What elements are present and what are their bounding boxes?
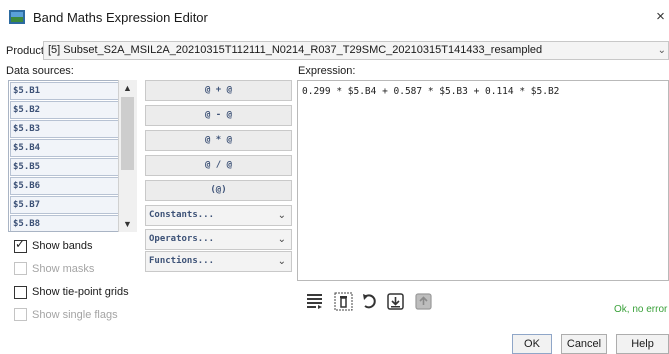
undo-icon[interactable]	[360, 292, 379, 311]
chevron-down-icon: ⌄	[277, 210, 286, 221]
export-expression-icon[interactable]	[414, 292, 433, 311]
scrollbar-thumb[interactable]	[121, 97, 134, 170]
check-icon: ✓	[15, 237, 26, 251]
product-label: Product:	[6, 45, 47, 57]
expression-label: Expression:	[298, 65, 356, 77]
subtract-operator-button[interactable]: @ - @	[145, 105, 292, 126]
operators-label: Operators...	[149, 234, 215, 244]
multiply-operator-button[interactable]: @ * @	[145, 130, 292, 151]
show-single-flags-checkbox[interactable]	[14, 308, 27, 321]
band-item[interactable]: $5.B6	[10, 177, 119, 195]
chevron-up-icon[interactable]: ▲	[118, 80, 137, 96]
cancel-button[interactable]: Cancel	[561, 334, 607, 354]
expression-text: 0.299 * $5.B4 + 0.587 * $5.B3 + 0.114 * …	[302, 86, 560, 97]
band-item[interactable]: $5.B1	[10, 82, 119, 100]
constants-label: Constants...	[149, 210, 215, 220]
add-operator-button[interactable]: @ + @	[145, 80, 292, 101]
parentheses-button[interactable]: (@)	[145, 180, 292, 201]
data-sources-label: Data sources:	[6, 65, 74, 77]
ok-button[interactable]: OK	[512, 334, 552, 354]
chevron-down-icon[interactable]: ▼	[118, 216, 137, 232]
band-item[interactable]: $5.B5	[10, 158, 119, 176]
show-masks-checkbox[interactable]	[14, 262, 27, 275]
show-bands-checkbox[interactable]: ✓	[14, 237, 27, 253]
operators-dropdown[interactable]: Operators... ⌄	[145, 229, 292, 250]
band-item[interactable]: $5.B4	[10, 139, 119, 157]
help-button[interactable]: Help	[616, 334, 669, 354]
divide-operator-button[interactable]: @ / @	[145, 155, 292, 176]
band-item[interactable]: $5.B8	[10, 215, 119, 231]
app-icon	[9, 10, 25, 24]
functions-dropdown[interactable]: Functions... ⌄	[145, 251, 292, 272]
functions-label: Functions...	[149, 256, 215, 266]
show-tie-point-grids-checkbox[interactable]	[14, 286, 27, 299]
product-select[interactable]: [5] Subset_S2A_MSIL2A_20210315T112111_N0…	[43, 41, 669, 60]
product-value: [5] Subset_S2A_MSIL2A_20210315T112111_N0…	[48, 44, 543, 56]
chevron-down-icon: ⌄	[277, 234, 286, 245]
constants-dropdown[interactable]: Constants... ⌄	[145, 205, 292, 226]
status-message: Ok, no error	[614, 304, 668, 315]
band-item[interactable]: $5.B7	[10, 196, 119, 214]
history-list-icon[interactable]	[306, 292, 325, 311]
show-single-flags-label: Show single flags	[32, 309, 118, 321]
window-title: Band Maths Expression Editor	[33, 10, 208, 25]
band-item[interactable]: $5.B3	[10, 120, 119, 138]
show-masks-label: Show masks	[32, 263, 95, 275]
band-item[interactable]: $5.B2	[10, 101, 119, 119]
show-bands-label: Show bands	[32, 240, 93, 252]
chevron-down-icon: ⌄	[277, 256, 286, 267]
chevron-down-icon: ⌄	[657, 45, 666, 56]
import-expression-icon[interactable]	[386, 292, 405, 311]
close-icon[interactable]: ×	[652, 8, 669, 25]
show-tie-point-grids-label: Show tie-point grids	[32, 286, 129, 298]
delete-icon[interactable]	[334, 292, 353, 311]
expression-editor[interactable]: 0.299 * $5.B4 + 0.587 * $5.B3 + 0.114 * …	[297, 80, 669, 281]
